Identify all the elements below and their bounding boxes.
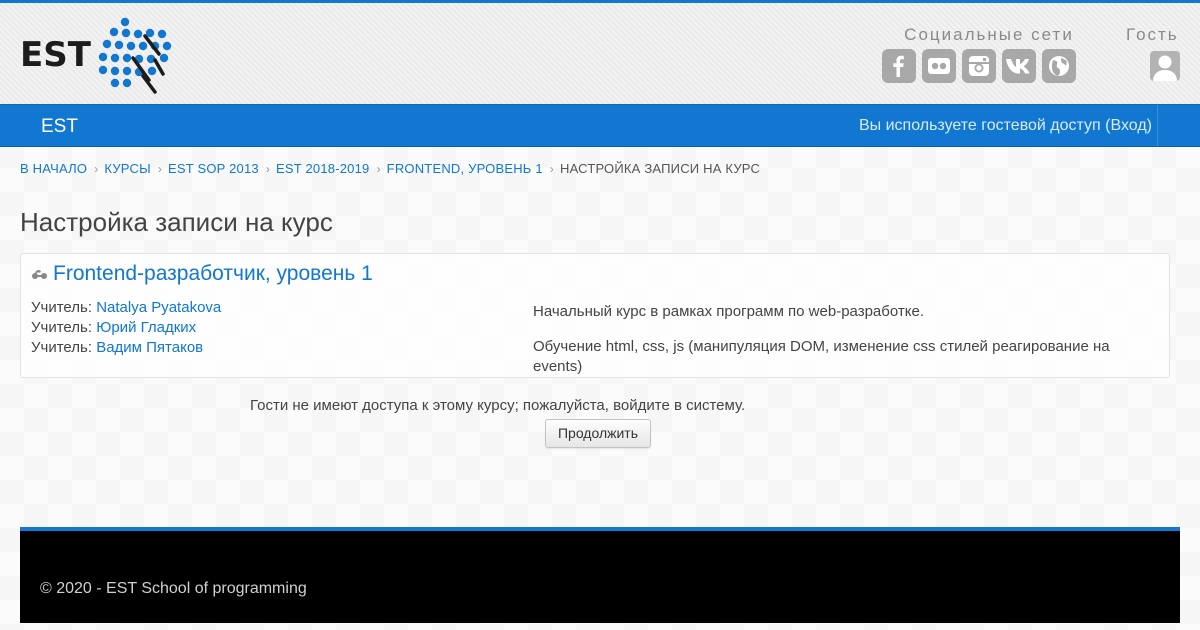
teacher-row: Учитель: Natalya Pyatakova: [31, 298, 221, 318]
user-icon: [1153, 55, 1177, 81]
guest-access-icon: [32, 269, 47, 279]
instagram-icon[interactable]: [962, 49, 996, 83]
page-title: Настройка записи на курс: [20, 207, 333, 237]
teacher-role: Учитель:: [31, 319, 93, 336]
breadcrumb-est-sop-2013[interactable]: EST SOP 2013: [168, 161, 259, 176]
teacher-link[interactable]: Вадим Пятаков: [96, 339, 203, 356]
site-header: EST Социальные сети Гость: [0, 3, 1200, 104]
breadcrumb: В НАЧАЛО › КУРСЫ › EST SOP 2013 › EST 20…: [20, 161, 760, 176]
breadcrumb-current: НАСТРОЙКА ЗАПИСИ НА КУРС: [559, 161, 761, 176]
flickr-icon[interactable]: [922, 49, 956, 83]
chevron-right-icon: ›: [157, 161, 163, 176]
teacher-row: Учитель: Вадим Пятаков: [31, 338, 221, 358]
logo-dots-icon: [98, 17, 172, 94]
login-prefix: Вы используете гостевой доступ (: [858, 117, 1111, 134]
course-name: Frontend-разработчик, уровень 1: [31, 262, 373, 286]
breadcrumb-courses[interactable]: КУРСЫ: [104, 161, 150, 176]
navbar-divider: [1157, 105, 1158, 146]
site-logo[interactable]: EST: [20, 15, 175, 95]
summary-paragraph: Обучение html, css, js (манипуляция DOM,…: [533, 338, 1110, 375]
course-summary: Начальный курс в рамках программ по web-…: [533, 302, 1153, 392]
chevron-right-icon: ›: [376, 161, 381, 176]
globe-icon[interactable]: [1042, 49, 1076, 83]
chevron-right-icon: ›: [94, 161, 99, 176]
teacher-list: Учитель: Natalya Pyatakova Учитель: Юрий…: [31, 298, 221, 358]
avatar[interactable]: [1150, 51, 1180, 81]
course-box: Frontend-разработчик, уровень 1 Учитель:…: [20, 253, 1170, 378]
login-suffix: ): [1146, 117, 1152, 134]
breadcrumb-frontend-level-1[interactable]: FRONTEND, УРОВЕНЬ 1: [387, 161, 543, 176]
breadcrumb-est-2018-2019[interactable]: EST 2018-2019: [276, 161, 369, 176]
facebook-icon[interactable]: [882, 49, 916, 83]
guest-title: Гость: [1126, 25, 1179, 44]
navbar: EST Вы используете гостевой доступ (Вход…: [0, 104, 1200, 147]
breadcrumb-home[interactable]: В НАЧАЛО: [20, 161, 87, 176]
logo-text: EST: [20, 35, 91, 75]
guest-notice: Гости не имеют доступа к этому курсу; по…: [250, 397, 746, 414]
navbar-brand[interactable]: EST: [41, 116, 78, 138]
login-link[interactable]: Вход: [1110, 117, 1146, 134]
guest-block: Гость: [1126, 25, 1186, 81]
teacher-role: Учитель:: [31, 339, 93, 356]
continue-button[interactable]: Продолжить: [545, 419, 651, 448]
social-block: Социальные сети: [882, 25, 1082, 83]
chevron-right-icon: ›: [549, 161, 554, 176]
vk-icon[interactable]: [1002, 49, 1036, 83]
course-link[interactable]: Frontend-разработчик, уровень 1: [53, 262, 373, 286]
summary-paragraph: Начальный курс в рамках программ по web-…: [533, 303, 924, 320]
copyright-text: © 2020 - EST School of programming: [40, 580, 307, 597]
teacher-role: Учитель:: [31, 299, 93, 316]
login-info: Вы используете гостевой доступ (Вход): [859, 105, 1158, 146]
site-footer: © 2020 - EST School of programming: [20, 531, 1180, 623]
social-title: Социальные сети: [904, 25, 1074, 44]
chevron-right-icon: ›: [265, 161, 271, 176]
teacher-row: Учитель: Юрий Гладких: [31, 318, 221, 338]
teacher-link[interactable]: Natalya Pyatakova: [96, 299, 221, 316]
social-icons: [882, 49, 1082, 83]
teacher-link[interactable]: Юрий Гладких: [96, 319, 196, 336]
